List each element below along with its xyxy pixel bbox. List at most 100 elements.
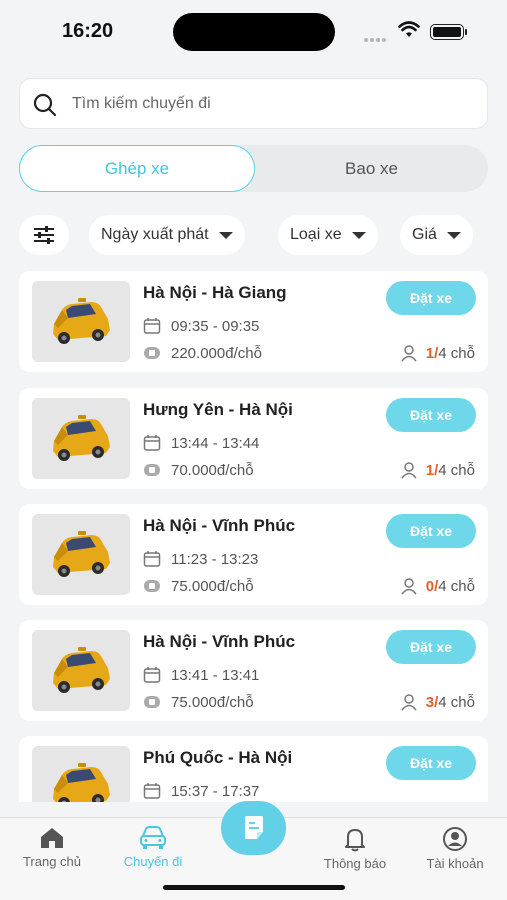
cash-icon <box>144 696 160 708</box>
book-button[interactable]: Đặt xe <box>386 630 476 664</box>
trip-price: 75.000đ/chỗ <box>171 577 254 595</box>
user-circle-icon <box>443 827 467 851</box>
calendar-icon <box>143 435 161 451</box>
trip-route: Hà Nội - Hà Giang <box>143 283 287 302</box>
trip-seats: 0/4 chỗ <box>400 577 475 595</box>
tab-notifications[interactable]: Thông báo <box>310 826 400 871</box>
center-action-button[interactable] <box>221 801 286 855</box>
car-icon <box>53 530 110 577</box>
car-icon <box>140 826 166 849</box>
tab-account-label: Tài khoản <box>426 856 484 871</box>
car-image <box>32 281 130 362</box>
trip-time: 13:44 - 13:44 <box>171 434 260 452</box>
trip-price: 75.000đ/chỗ <box>171 693 254 711</box>
trip-route: Hà Nội - Vĩnh Phúc <box>143 516 296 535</box>
trip-price: 70.000đ/chỗ <box>171 461 254 479</box>
calendar-icon <box>143 667 161 683</box>
trip-card[interactable]: Hà Nội - Vĩnh Phúc 13:41 - 13:41 75.000đ… <box>19 620 488 721</box>
person-icon <box>401 694 417 711</box>
trip-route: Hưng Yên - Hà Nội <box>143 400 293 419</box>
trip-card[interactable]: Hưng Yên - Hà Nội 13:44 - 13:44 70.000đ/… <box>19 388 488 489</box>
book-button[interactable]: Đặt xe <box>386 281 476 315</box>
segment-shared-ride[interactable]: Ghép xe <box>19 145 255 192</box>
cash-icon <box>144 464 160 476</box>
person-icon <box>401 462 417 479</box>
calendar-icon <box>143 318 161 334</box>
filter-button[interactable] <box>19 215 69 255</box>
battery-icon <box>430 24 467 40</box>
seats-booked: 1/ <box>425 461 439 479</box>
trip-price-row: 220.000đ/chỗ <box>143 344 262 362</box>
filter-price[interactable]: Giá <box>400 215 473 255</box>
home-icon <box>41 828 63 848</box>
tab-trips[interactable]: Chuyến đi <box>108 826 198 869</box>
book-button[interactable]: Đặt xe <box>386 398 476 432</box>
seats-booked: 1/ <box>425 344 439 362</box>
chevron-down-icon <box>351 231 366 239</box>
sliders-icon <box>34 226 54 244</box>
tab-notifications-label: Thông báo <box>323 856 387 871</box>
trip-seats: 1/4 chỗ <box>400 461 475 479</box>
trip-time-row: 13:41 - 13:41 <box>143 666 259 684</box>
car-image <box>32 630 130 711</box>
filter-vehicle-type-label: Loại xe <box>290 226 342 243</box>
status-time: 16:20 <box>62 20 114 42</box>
status-bar: 16:20 <box>0 0 507 64</box>
seats-booked: 0/ <box>425 577 439 595</box>
seats-total: 4 chỗ <box>438 577 475 595</box>
book-button[interactable]: Đặt xe <box>386 746 476 780</box>
document-icon <box>244 816 263 839</box>
cash-icon <box>144 347 160 359</box>
trip-card[interactable]: Phú Quốc - Hà Nội 15:37 - 17:37 Đặt xe <box>19 736 488 802</box>
tab-home-label: Trang chủ <box>22 854 82 869</box>
trip-time: 09:35 - 09:35 <box>171 317 260 335</box>
filter-price-label: Giá <box>412 226 437 243</box>
filter-departure-date[interactable]: Ngày xuất phát <box>89 215 245 255</box>
car-icon <box>53 414 110 461</box>
person-icon <box>401 578 417 595</box>
seats-booked: 3/ <box>425 693 439 711</box>
tab-home[interactable]: Trang chủ <box>7 826 97 869</box>
trip-time-row: 09:35 - 09:35 <box>143 317 259 335</box>
seats-total: 4 chỗ <box>438 461 475 479</box>
wifi-icon <box>398 21 420 37</box>
bell-icon <box>345 829 365 852</box>
trip-time: 11:23 - 13:23 <box>171 550 259 568</box>
trip-card[interactable]: Hà Nội - Vĩnh Phúc 11:23 - 13:23 75.000đ… <box>19 504 488 605</box>
trip-time: 13:41 - 13:41 <box>171 666 260 684</box>
car-image <box>32 398 130 479</box>
trip-type-segment: Ghép xe Bao xe <box>19 145 488 192</box>
trip-time-row: 13:44 - 13:44 <box>143 434 259 452</box>
trip-seats: 1/4 chỗ <box>400 344 475 362</box>
search-bar[interactable] <box>19 78 488 129</box>
trip-seats: 3/4 chỗ <box>400 693 475 711</box>
tab-account[interactable]: Tài khoản <box>410 826 500 871</box>
car-image <box>32 746 130 802</box>
book-button[interactable]: Đặt xe <box>386 514 476 548</box>
chevron-down-icon <box>446 231 461 239</box>
trip-list[interactable]: Hà Nội - Hà Giang 09:35 - 09:35 220.000đ… <box>19 271 488 802</box>
segment-private-ride[interactable]: Bao xe <box>255 145 488 192</box>
seats-total: 4 chỗ <box>438 344 475 362</box>
trip-time-row: 15:37 - 17:37 <box>143 782 259 800</box>
cash-icon <box>144 580 160 592</box>
filter-row: Ngày xuất phát Loại xe Giá <box>19 215 507 255</box>
car-icon <box>53 762 110 802</box>
search-input[interactable] <box>72 89 472 119</box>
seats-total: 4 chỗ <box>438 693 475 711</box>
trip-route: Hà Nội - Vĩnh Phúc <box>143 632 296 651</box>
chevron-down-icon <box>218 231 233 239</box>
filter-vehicle-type[interactable]: Loại xe <box>278 215 378 255</box>
person-icon <box>401 345 417 362</box>
trip-price: 220.000đ/chỗ <box>171 344 262 362</box>
signal-icon <box>364 29 388 47</box>
calendar-icon <box>143 551 161 567</box>
dynamic-island <box>173 13 335 51</box>
tab-trips-label: Chuyến đi <box>123 854 183 869</box>
trip-price-row: 70.000đ/chỗ <box>143 461 254 479</box>
car-image <box>32 514 130 595</box>
trip-card[interactable]: Hà Nội - Hà Giang 09:35 - 09:35 220.000đ… <box>19 271 488 372</box>
trip-route: Phú Quốc - Hà Nội <box>143 748 293 767</box>
trip-price-row: 75.000đ/chỗ <box>143 693 254 711</box>
calendar-icon <box>143 783 161 799</box>
